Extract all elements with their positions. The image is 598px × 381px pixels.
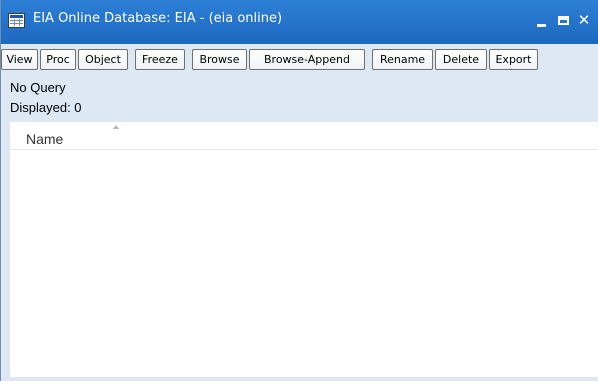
- title-bar[interactable]: EIA Online Database: EIA - (eia online) …: [1, 0, 598, 44]
- displayed-count: Displayed: 0: [10, 100, 82, 115]
- rename-button[interactable]: Rename: [372, 49, 433, 70]
- freeze-button[interactable]: Freeze: [135, 49, 185, 70]
- object-button[interactable]: Object: [78, 49, 128, 70]
- delete-button[interactable]: Delete: [435, 49, 487, 70]
- minimize-icon[interactable]: [530, 8, 554, 32]
- column-header-name[interactable]: Name: [10, 122, 598, 150]
- window-title: EIA Online Database: EIA - (eia online): [33, 11, 283, 26]
- column-header-label: Name: [26, 131, 64, 147]
- query-status: No Query: [10, 80, 66, 95]
- close-icon[interactable]: ✕: [572, 8, 596, 32]
- table-grid-icon[interactable]: [8, 13, 25, 28]
- sort-ascending-icon: [113, 125, 119, 129]
- object-list[interactable]: Name: [10, 122, 598, 377]
- export-button[interactable]: Export: [489, 49, 538, 70]
- proc-button[interactable]: Proc: [40, 49, 76, 70]
- window-bottom-border: [1, 377, 598, 381]
- toolbar: View Proc Object Freeze Browse Browse-Ap…: [1, 44, 598, 72]
- browse-append-button[interactable]: Browse-Append: [249, 49, 365, 70]
- view-button[interactable]: View: [1, 49, 38, 70]
- database-window: EIA Online Database: EIA - (eia online) …: [0, 0, 598, 381]
- browse-button[interactable]: Browse: [192, 49, 247, 70]
